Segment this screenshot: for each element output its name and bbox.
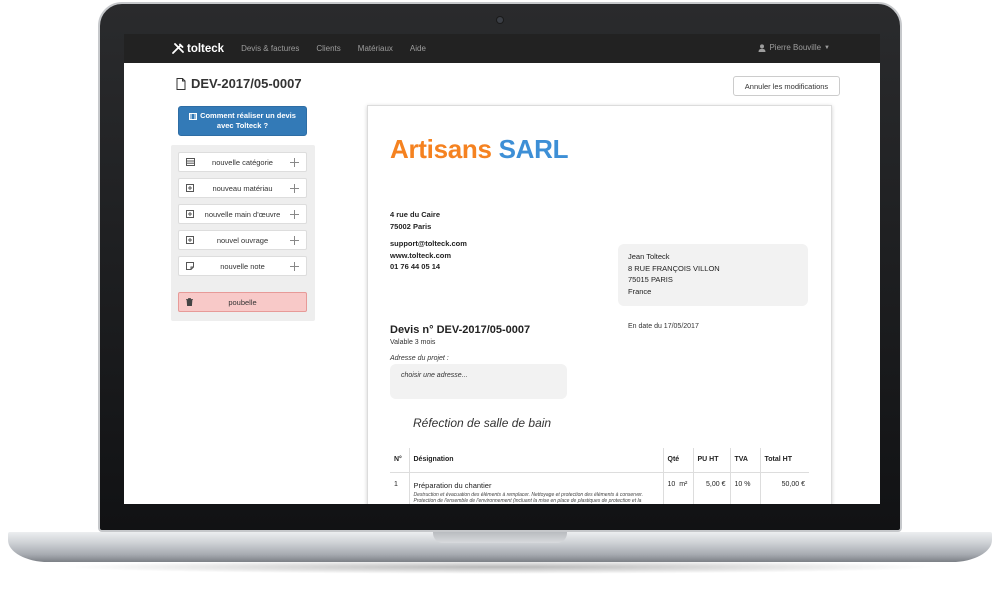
row-designation[interactable]: Préparation du chantier Destruction et é…	[408, 472, 663, 505]
table-row[interactable]: 1 Préparation du chantier Destruction et…	[390, 472, 809, 504]
nav-clients[interactable]: Clients	[316, 44, 340, 53]
company-name-part-1: Artisans	[390, 134, 492, 164]
new-material-button[interactable]: nouveau matériau	[178, 178, 307, 198]
plus-square-icon	[186, 236, 194, 244]
quantity-value: 10	[667, 480, 676, 488]
client-name: Jean Tolteck	[628, 252, 670, 261]
company-name-part-2: SARL	[498, 134, 569, 164]
trash-icon	[186, 298, 193, 306]
company-phone: 01 76 44 05 14	[390, 262, 441, 271]
note-icon	[186, 262, 194, 270]
nav-materials[interactable]: Matériaux	[358, 44, 393, 53]
drag-handle-icon[interactable]	[290, 210, 299, 219]
company-website: www.tolteck.com	[390, 250, 451, 260]
drag-handle-icon[interactable]	[290, 262, 299, 271]
category-icon	[186, 158, 195, 166]
tutorial-line-1: Comment réaliser un devis	[200, 111, 296, 120]
company-contact[interactable]: support@tolteck.com www.tolteck.com 01 7…	[390, 238, 467, 273]
client-address-box[interactable]: Jean Tolteck 8 RUE FRANÇOIS VILLON 75015…	[618, 244, 808, 306]
user-icon	[758, 43, 766, 52]
trash-dropzone[interactable]: poubelle	[178, 292, 307, 312]
nav-quotes-invoices[interactable]: Devis & factures	[241, 44, 299, 53]
item-details: Destruction et évacuation des éléments à…	[413, 491, 643, 505]
document-icon	[176, 77, 186, 90]
laptop-shadow	[60, 560, 940, 574]
tools-icon	[172, 42, 184, 54]
quote-date[interactable]: En date du 17/05/2017	[628, 323, 699, 330]
tool-label: nouvelle note	[220, 261, 265, 271]
new-note-button[interactable]: nouvelle note	[178, 256, 307, 276]
quantity-unit: m²	[679, 480, 688, 488]
tutorial-button[interactable]: Comment réaliser un devis avec Tolteck ?	[178, 106, 307, 136]
top-navbar: tolteck Devis & factures Clients Matéria…	[124, 34, 880, 63]
plus-square-icon	[186, 184, 194, 192]
nav-help[interactable]: Aide	[410, 44, 426, 53]
laptop-notch	[433, 532, 567, 543]
drag-handle-icon[interactable]	[290, 158, 299, 167]
col-designation: Désignation	[408, 448, 663, 473]
app-screen: tolteck Devis & factures Clients Matéria…	[124, 34, 880, 504]
new-labour-button[interactable]: nouvelle main d'œuvre	[178, 204, 307, 224]
col-vat: TVA	[729, 448, 760, 473]
page-title: DEV-2017/05-0007	[176, 76, 302, 91]
company-street: 4 rue du Caire	[390, 210, 441, 219]
client-city: 75015 PARIS	[628, 275, 673, 284]
client-street: 8 RUE FRANÇOIS VILLON	[628, 263, 720, 273]
quote-reference: DEV-2017/05-0007	[191, 76, 302, 91]
quote-number: Devis n° DEV-2017/05-0007	[390, 324, 531, 336]
plus-square-icon	[186, 210, 194, 218]
row-unit-price[interactable]: 5,00 €	[692, 472, 730, 504]
row-vat[interactable]: 10 %	[729, 472, 760, 504]
company-name[interactable]: Artisans SARL	[390, 134, 568, 165]
element-toolbox: nouvelle catégorie nouveau matériau nouv…	[171, 145, 315, 321]
brand-name: tolteck	[187, 42, 225, 55]
col-number: N°	[390, 448, 409, 473]
drag-handle-icon[interactable]	[290, 236, 299, 245]
tool-label: nouvelle main d'œuvre	[204, 209, 281, 219]
tutorial-line-2: avec Tolteck ?	[216, 121, 269, 130]
tool-label: nouveau matériau	[212, 183, 273, 193]
row-number: 1	[394, 480, 398, 488]
user-name: Pierre Bouville	[769, 43, 822, 52]
company-city: 75002 Paris	[390, 221, 432, 231]
brand-logo[interactable]: tolteck	[172, 43, 224, 55]
quote-validity[interactable]: Valable 3 mois	[390, 339, 435, 346]
user-menu[interactable]: Pierre Bouville ▼	[758, 43, 830, 52]
tool-label: nouvel ouvrage	[216, 235, 269, 245]
new-category-button[interactable]: nouvelle catégorie	[178, 152, 307, 172]
col-unit-price: PU HT	[692, 448, 730, 473]
webcam	[497, 17, 503, 23]
project-title[interactable]: Réfection de salle de bain	[413, 416, 551, 430]
col-quantity: Qté	[662, 448, 693, 473]
quote-lines-table: N° Désignation Qté PU HT TVA Total HT 1 …	[390, 448, 809, 504]
company-email: support@tolteck.com	[390, 239, 467, 248]
project-address-picker[interactable]: choisir une adresse...	[390, 364, 567, 399]
tool-label: nouvelle catégorie	[212, 157, 273, 167]
film-icon	[189, 112, 198, 120]
chevron-down-icon: ▼	[824, 44, 830, 51]
cancel-changes-button[interactable]: Annuler les modifications	[733, 76, 840, 96]
col-total: Total HT	[759, 448, 809, 473]
quote-document: Artisans SARL 4 rue du Caire 75002 Paris…	[367, 105, 832, 504]
row-total: 50,00 €	[759, 472, 809, 504]
trash-label: poubelle	[228, 297, 257, 307]
company-address[interactable]: 4 rue du Caire 75002 Paris	[390, 209, 440, 232]
project-address-label: Adresse du projet :	[390, 355, 449, 362]
drag-handle-icon[interactable]	[290, 184, 299, 193]
client-country: France	[628, 286, 652, 296]
new-work-item-button[interactable]: nouvel ouvrage	[178, 230, 307, 250]
row-quantity[interactable]: 10 m²	[662, 472, 693, 504]
table-header-row: N° Désignation Qté PU HT TVA Total HT	[390, 448, 809, 473]
item-title: Préparation du chantier	[413, 480, 492, 490]
